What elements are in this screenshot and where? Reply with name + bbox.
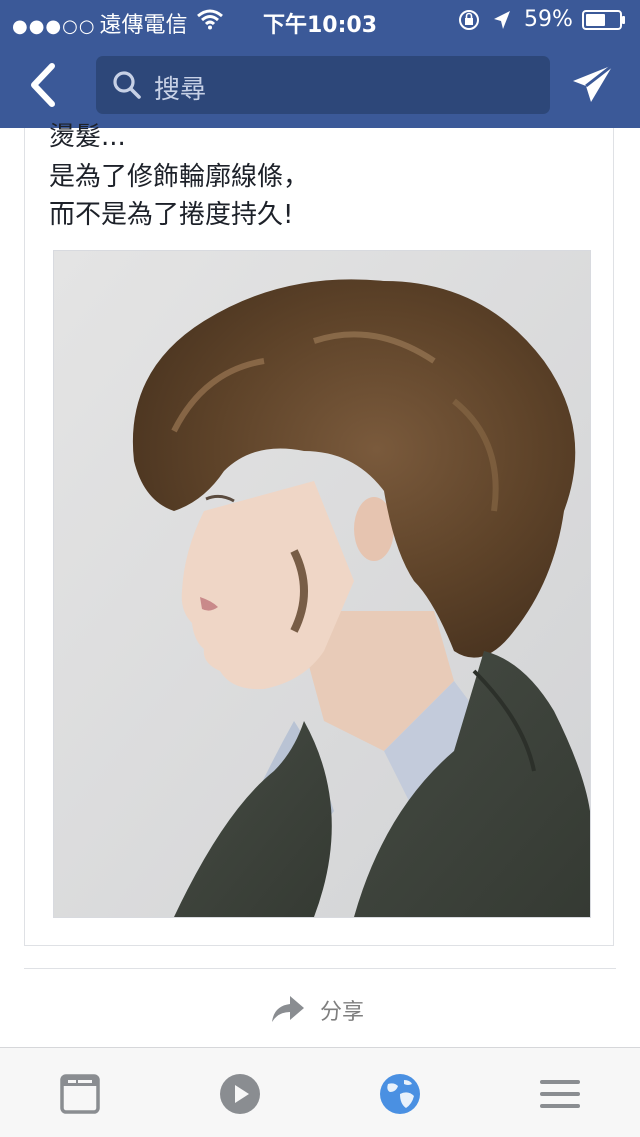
- search-input[interactable]: 搜尋: [96, 56, 550, 114]
- news-feed-icon[interactable]: [58, 1072, 102, 1116]
- battery-icon: [582, 10, 625, 30]
- share-label: 分享: [320, 1000, 365, 1025]
- divider: [24, 968, 616, 969]
- tab-bar: [0, 1047, 640, 1137]
- top-bar: ●●●○○ 遠傳電信 下午10:03 59% 搜尋: [0, 0, 640, 128]
- post-text-line: 而不是為了捲度持久!: [49, 200, 294, 230]
- post-photo[interactable]: [53, 250, 591, 918]
- battery-percent: 59%: [524, 7, 573, 32]
- share-arrow-icon: [272, 996, 304, 1022]
- location-arrow-icon: [494, 11, 510, 29]
- portrait-illustration: [54, 251, 590, 917]
- rotation-lock-icon: [459, 10, 479, 30]
- globe-icon[interactable]: [378, 1072, 422, 1116]
- video-play-icon[interactable]: [218, 1072, 262, 1116]
- search-placeholder: 搜尋: [154, 75, 207, 105]
- post-text-line: 是為了修飾輪廓線條，: [49, 162, 310, 192]
- paper-plane-icon[interactable]: [570, 62, 616, 106]
- chevron-left-icon[interactable]: [22, 62, 62, 108]
- menu-icon[interactable]: [538, 1072, 582, 1116]
- navigation-bar: 搜尋: [0, 40, 640, 128]
- post-text-line: 燙髮...: [49, 122, 126, 152]
- status-bar: ●●●○○ 遠傳電信 下午10:03 59%: [0, 0, 640, 40]
- post-card: 燙髮... 是為了修飾輪廓線條， 而不是為了捲度持久!: [24, 122, 614, 946]
- search-icon: [113, 71, 141, 99]
